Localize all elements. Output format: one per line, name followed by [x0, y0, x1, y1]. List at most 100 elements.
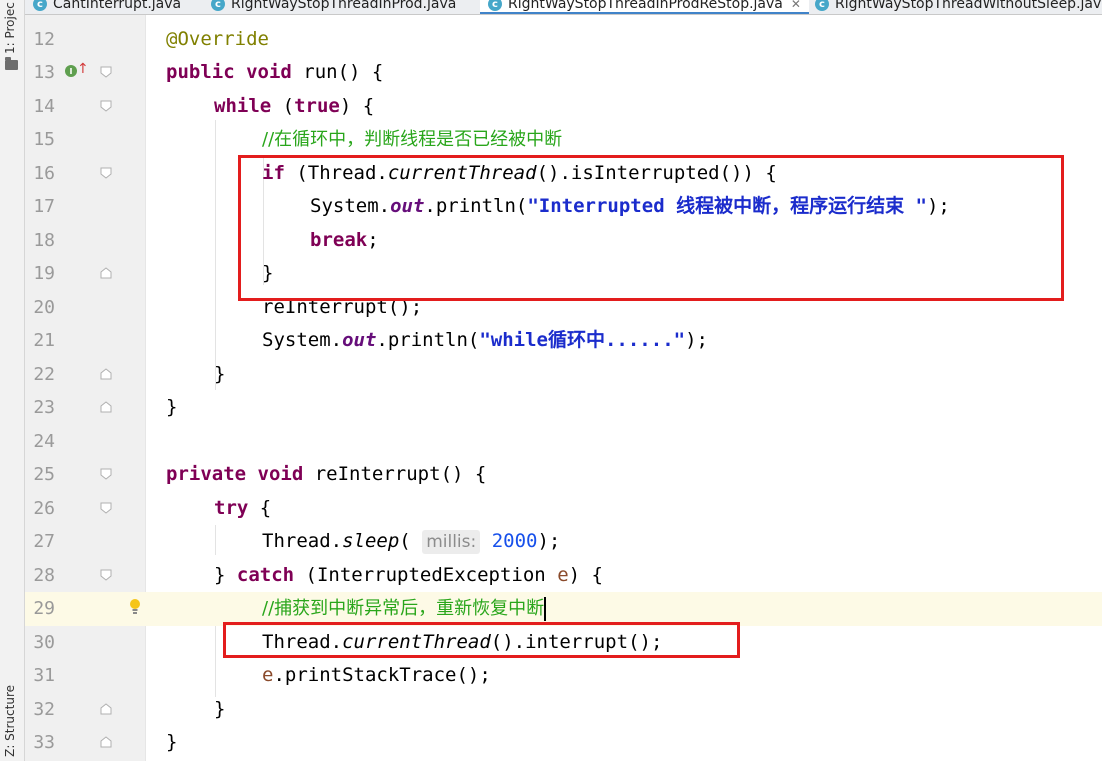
tab-cantinterrupt[interactable]: c CantInterrupt.java	[33, 0, 181, 14]
keyword: public	[166, 61, 235, 83]
code-text: (	[271, 95, 295, 117]
tab-label: CantInterrupt.java	[53, 0, 182, 12]
c-circle-icon: c	[33, 0, 47, 11]
method-call: sleep	[342, 530, 400, 552]
keyword: private	[166, 463, 247, 485]
code-line-12[interactable]: 12 @Override	[25, 23, 1102, 57]
text-cursor	[544, 597, 547, 621]
comment: //在循环中，判断线程是否已经被中断	[262, 129, 563, 150]
line-number: 21	[33, 330, 55, 351]
code-line-23[interactable]: 23 }	[25, 391, 1102, 425]
editor-tab-bar: c CantInterrupt.java c RightWayStopThrea…	[25, 0, 1102, 15]
tab-rightwaystopthreadinprodrestop[interactable]: c RightWayStopThreadInProdReStop.java ✕	[480, 0, 809, 14]
line-number: 30	[33, 632, 55, 653]
fold-marker-icon[interactable]	[100, 267, 112, 279]
code-line-15[interactable]: 15 //在循环中，判断线程是否已经被中断	[25, 123, 1102, 157]
fold-marker-icon[interactable]	[100, 703, 112, 715]
line-number: 13	[33, 62, 55, 83]
fold-marker-icon[interactable]	[100, 368, 112, 380]
fold-marker-icon[interactable]	[100, 736, 112, 748]
code-line-29[interactable]: 29 //捕获到中断异常后，重新恢复中断	[25, 592, 1102, 626]
code-text: }	[214, 698, 226, 720]
fold-marker-icon[interactable]	[100, 401, 112, 413]
parameter-hint: millis:	[422, 530, 481, 554]
code-text: ) {	[568, 564, 603, 586]
line-number: 24	[33, 431, 55, 452]
line-number: 32	[33, 699, 55, 720]
highlight-box-interrupt-check	[238, 155, 1064, 301]
fold-marker-icon[interactable]	[100, 468, 112, 480]
fold-marker-icon[interactable]	[100, 100, 112, 112]
code-line-24[interactable]: 24	[25, 425, 1102, 459]
code-text: .println(	[376, 329, 480, 351]
lightbulb-icon[interactable]	[129, 598, 141, 620]
keyword: void	[246, 61, 292, 83]
string-literal: "while循环中......"	[479, 329, 686, 351]
annotation-override: @Override	[166, 28, 269, 50]
line-number: 19	[33, 263, 55, 284]
code-line-33[interactable]: 33 }	[25, 726, 1102, 760]
tab-label: RightWayStopThreadInProdReStop.java	[508, 0, 783, 12]
tab-rightwaystopthreadinprod[interactable]: c RightWayStopThreadInProd.java	[211, 0, 456, 14]
code-line-14[interactable]: 14 while (true) {	[25, 90, 1102, 124]
code-line-32[interactable]: 32 }	[25, 693, 1102, 727]
line-number: 29	[33, 598, 55, 619]
fold-marker-icon[interactable]	[100, 167, 112, 179]
line-number: 27	[33, 531, 55, 552]
folder-icon[interactable]	[5, 57, 18, 70]
keyword: while	[214, 95, 272, 117]
close-icon[interactable]: ✕	[791, 0, 801, 11]
code-text: }	[214, 363, 226, 385]
code-text: );	[685, 329, 708, 351]
parameter: e	[262, 664, 274, 686]
code-line-13[interactable]: 13 I ↑ public void run() {	[25, 56, 1102, 90]
line-number: 18	[33, 230, 55, 251]
tab-label: RightWayStopThreadInProd.java	[231, 0, 457, 12]
line-number: 15	[33, 129, 55, 150]
highlight-box-reinterrupt	[223, 622, 740, 658]
code-line-26[interactable]: 26 try {	[25, 492, 1102, 526]
line-number: 16	[33, 163, 55, 184]
keyword: try	[214, 497, 249, 519]
code-text: System.	[262, 329, 343, 351]
line-number: 23	[33, 397, 55, 418]
code-line-22[interactable]: 22 }	[25, 358, 1102, 392]
code-text: (InterruptedException	[294, 564, 558, 586]
code-line-28[interactable]: 28 } catch (InterruptedException e) {	[25, 559, 1102, 593]
keyword: void	[257, 463, 304, 485]
code-text: Thread.	[262, 530, 343, 552]
code-line-31[interactable]: 31 e.printStackTrace();	[25, 659, 1102, 693]
line-number: 22	[33, 364, 55, 385]
fold-marker-icon[interactable]	[100, 569, 112, 581]
code-text: run() {	[291, 61, 384, 83]
code-line-25[interactable]: 25 private void reInterrupt() {	[25, 458, 1102, 492]
line-number: 31	[33, 665, 55, 686]
code-text: ) {	[339, 95, 375, 117]
code-text: }	[166, 731, 178, 753]
parameter: e	[557, 564, 569, 586]
project-tool-tab[interactable]: 1: Project	[3, 2, 17, 54]
number-literal: 2000	[491, 530, 538, 552]
line-number: 20	[33, 297, 55, 318]
line-number: 17	[33, 196, 55, 217]
keyword: true	[294, 95, 340, 117]
fold-marker-icon[interactable]	[100, 502, 112, 514]
structure-tool-tab[interactable]: Z: Structure	[3, 685, 17, 757]
code-text: }	[166, 396, 178, 418]
c-circle-icon: c	[488, 0, 502, 11]
fold-marker-icon[interactable]	[100, 66, 112, 78]
code-line-27[interactable]: 27 Thread.sleep( millis: 2000);	[25, 525, 1102, 559]
c-circle-icon: c	[815, 0, 829, 11]
code-text: );	[537, 530, 561, 552]
line-number: 28	[33, 565, 55, 586]
c-circle-icon: c	[211, 0, 225, 11]
tab-label: RightWayStopThreadWithoutSleep.java	[835, 0, 1102, 12]
code-line-21[interactable]: 21 System.out.println("while循环中......");	[25, 324, 1102, 358]
code-text: {	[248, 497, 272, 519]
line-number: 26	[33, 498, 55, 519]
code-text: reInterrupt() {	[303, 463, 487, 485]
tab-rightwaystopthreadwithoutsleep[interactable]: c RightWayStopThreadWithoutSleep.java	[815, 0, 1102, 14]
implements-arrow-icon[interactable]: ↑	[77, 61, 89, 77]
implements-icon[interactable]: I	[65, 65, 77, 77]
line-number: 12	[33, 29, 55, 50]
